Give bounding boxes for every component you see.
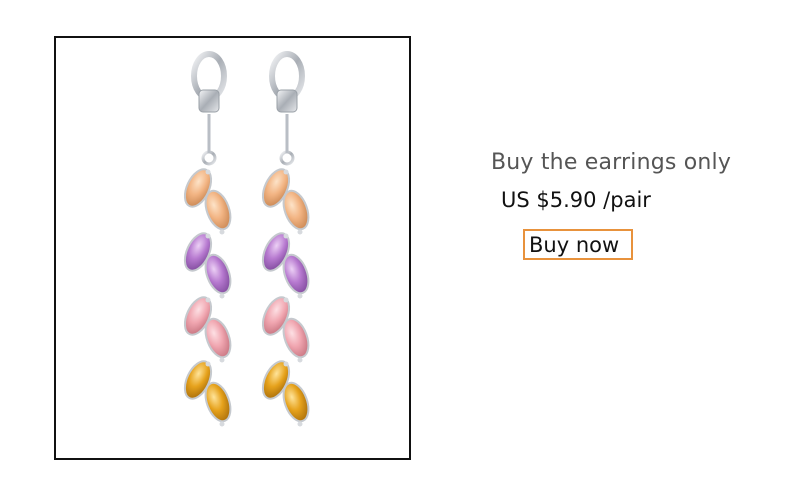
prong (297, 357, 303, 363)
prong (219, 293, 225, 299)
prong (297, 229, 303, 235)
prong (205, 169, 211, 175)
prong (219, 229, 225, 235)
prong (283, 361, 289, 367)
product-photo (54, 36, 411, 460)
prong (205, 361, 211, 367)
buy-now-button[interactable]: Buy now (523, 229, 633, 260)
hoop-clasp (198, 89, 220, 113)
prong (283, 297, 289, 303)
product-title: Buy the earrings only (491, 150, 732, 175)
prong (205, 297, 211, 303)
prong (283, 169, 289, 175)
earrings-image (183, 51, 310, 427)
product-price: US $5.90 /pair (501, 188, 651, 212)
prong (219, 357, 225, 363)
prong (297, 421, 303, 427)
prong (219, 421, 225, 427)
prong (297, 293, 303, 299)
prong (205, 233, 211, 239)
hoop-clasp (276, 89, 298, 113)
jump-ring (201, 150, 217, 166)
jump-ring (279, 150, 295, 166)
prong (283, 233, 289, 239)
